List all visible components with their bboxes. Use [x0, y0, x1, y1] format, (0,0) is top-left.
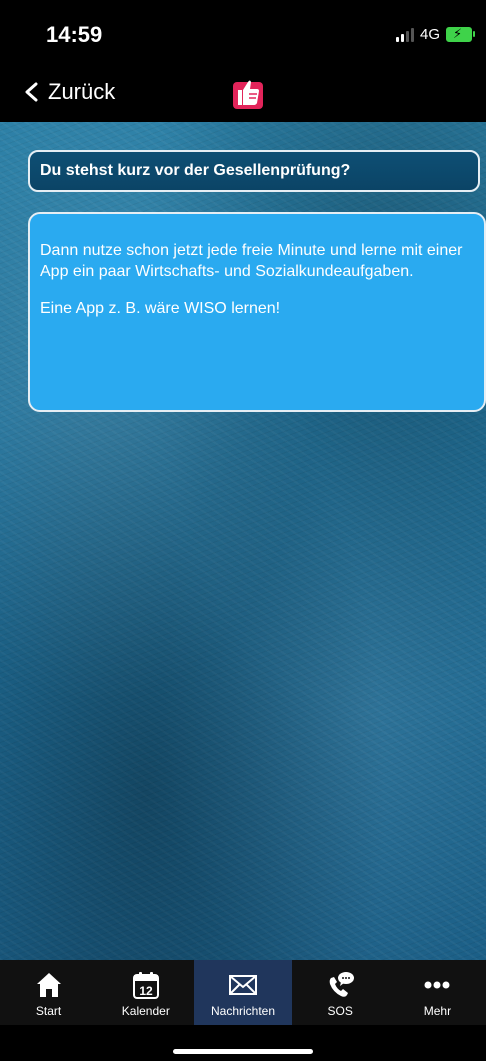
mail-icon: [229, 975, 257, 995]
chevron-left-icon: [25, 82, 38, 102]
message-body-paragraph: Dann nutze schon jetzt jede freie Minute…: [40, 242, 463, 280]
more-icon: [424, 981, 450, 989]
tab-start[interactable]: Start: [0, 960, 97, 1025]
calendar-icon: 12: [132, 972, 159, 999]
network-type: 4G: [419, 26, 440, 43]
back-label: Zurück: [48, 79, 116, 104]
back-button[interactable]: Zurück: [22, 79, 115, 105]
tab-label: Mehr: [423, 1004, 452, 1018]
thumbs-up-logo-icon: [233, 80, 263, 109]
tab-label: Kalender: [121, 1004, 170, 1018]
message-subject: Du stehst kurz vor der Gesellenprüfung?: [40, 162, 351, 179]
phone-chat-icon: [329, 972, 355, 997]
status-indicators: 4G ⚡: [395, 26, 475, 43]
message-body-paragraph: Eine App z. B. wäre WISO lernen!: [40, 300, 281, 317]
tab-sos[interactable]: SOS: [292, 960, 389, 1025]
tab-label: Start: [35, 1004, 62, 1018]
home-indicator[interactable]: [173, 1049, 313, 1054]
home-icon: [36, 973, 61, 997]
calendar-day: 12: [139, 984, 153, 998]
message-body-box: Dann nutze schon jetzt jede freie Minute…: [28, 212, 486, 412]
navigation-bar: Zurück: [0, 66, 486, 122]
tab-label: SOS: [327, 1004, 353, 1018]
tab-mehr[interactable]: Mehr: [389, 960, 486, 1025]
tab-label: Nachrichten: [210, 1004, 276, 1018]
battery-charging-icon: ⚡: [446, 26, 475, 42]
tab-nachrichten[interactable]: Nachrichten: [194, 960, 292, 1025]
status-time: 14:59: [46, 22, 103, 47]
tab-bar: Start 12 Kalender Nachrichten SOS Mehr: [0, 960, 486, 1025]
tab-kalender[interactable]: 12 Kalender: [97, 960, 194, 1025]
message-detail[interactable]: Du stehst kurz vor der Gesellenprüfung? …: [0, 122, 486, 960]
signal-icon: [395, 27, 414, 42]
status-bar: 14:59 4G ⚡: [0, 0, 486, 66]
message-subject-box: Du stehst kurz vor der Gesellenprüfung?: [28, 150, 480, 192]
home-indicator-area: [0, 1025, 486, 1061]
